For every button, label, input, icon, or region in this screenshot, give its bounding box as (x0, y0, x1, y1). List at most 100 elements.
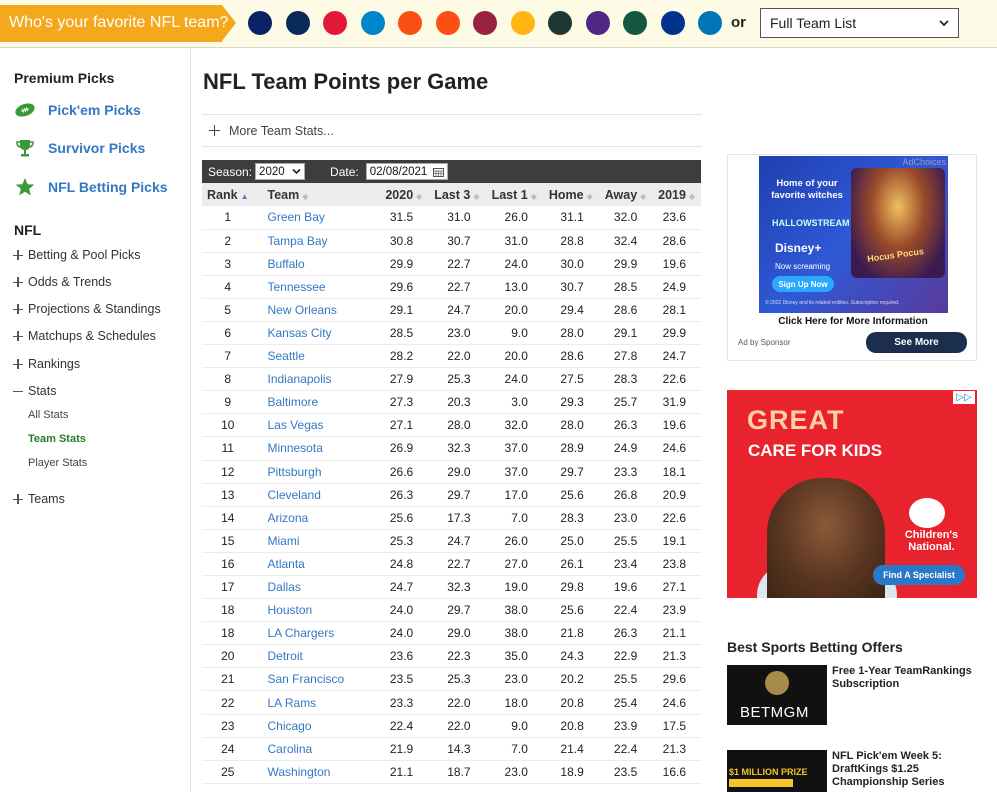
col-rank[interactable]: Rank ▲ (202, 183, 254, 206)
date-input[interactable]: 02/08/2021 (365, 163, 448, 180)
packers-icon[interactable] (548, 11, 572, 35)
see-more-button[interactable]: See More (866, 332, 967, 353)
team-link[interactable]: Cleveland (253, 483, 380, 507)
team-link[interactable]: Detroit (253, 644, 380, 669)
table-row: 20 Detroit 23.6 22.3 35.0 24.3 22.9 21.3 (202, 644, 701, 669)
team-link[interactable]: Chicago (253, 714, 380, 738)
ad-more-info-link[interactable]: Click Here for More Information (728, 316, 978, 327)
menu-betting-pool-picks[interactable]: Betting & Pool Picks (13, 248, 141, 262)
stat-cell: 27.9 (379, 367, 429, 392)
stat-cell: 28.3 (542, 506, 599, 530)
pickem-picks-link[interactable]: Pick'em Picks (14, 99, 141, 121)
bills-icon[interactable] (660, 11, 685, 35)
team-link[interactable]: Arizona (253, 506, 380, 530)
col-away[interactable]: Away ◆ (598, 183, 653, 206)
rank-cell: 23 (202, 714, 254, 738)
col-2019[interactable]: 2019 ◆ (652, 183, 701, 206)
stat-cell: 29.0 (428, 460, 486, 484)
seahawks-icon[interactable] (248, 11, 272, 35)
vikings-icon[interactable] (585, 11, 610, 35)
stat-cell: 21.3 (652, 737, 701, 761)
sidebar: Premium Picks Pick'em Picks Survivor Pic… (0, 49, 191, 792)
col-last1[interactable]: Last 1 ◆ (485, 183, 543, 206)
panthers-icon[interactable] (360, 11, 385, 35)
col-home[interactable]: Home ◆ (542, 183, 599, 206)
disney-plus-ad[interactable]: AdChoices Home of your favorite witches … (727, 154, 977, 361)
offer-draftkings[interactable]: $1 MILLION PRIZE NFL Pick'em Week 5: Dra… (727, 750, 977, 792)
team-link[interactable]: Tampa Bay (253, 229, 380, 253)
team-link[interactable]: New Orleans (253, 298, 380, 322)
team-link[interactable]: San Francisco (253, 667, 380, 692)
more-team-stats-toggle[interactable]: More Team Stats... (202, 114, 702, 147)
col-team[interactable]: Team ◆ (253, 183, 380, 206)
childrens-national-ad[interactable]: ▷▷ GREAT CARE FOR KIDS Children's Nation… (727, 390, 977, 598)
ad-image[interactable]: AdChoices Home of your favorite witches … (759, 156, 948, 313)
offer-text[interactable]: Free 1-Year TeamRankings Subscription (832, 665, 977, 691)
team-link[interactable]: Washington (253, 760, 380, 784)
table-row: 6 Kansas City 28.5 23.0 9.0 28.0 29.1 29.9 (202, 321, 701, 346)
menu-projections-standings[interactable]: Projections & Standings (13, 302, 161, 316)
sub-player-stats[interactable]: Player Stats (28, 457, 87, 469)
cardinals-icon[interactable] (473, 11, 497, 35)
ad-signup-button[interactable]: Sign Up Now (772, 276, 834, 292)
team-link[interactable]: Las Vegas (253, 413, 380, 438)
broncos-icon[interactable] (398, 11, 422, 35)
adchoices-icon[interactable]: ▷▷ (953, 391, 975, 404)
team-link[interactable]: Tennessee (253, 275, 380, 299)
rank-cell: 11 (202, 436, 254, 461)
stat-cell: 31.1 (542, 206, 599, 230)
calendar-icon (432, 167, 444, 177)
season-select[interactable]: 2020 (255, 163, 306, 180)
team-link[interactable]: Carolina (253, 737, 380, 761)
col-last3[interactable]: Last 3 ◆ (428, 183, 486, 206)
stat-cell: 9.0 (485, 714, 543, 738)
menu-odds-trends[interactable]: Odds & Trends (13, 275, 111, 289)
chiefs-icon[interactable] (323, 11, 347, 35)
draftkings-promo-image[interactable]: $1 MILLION PRIZE (727, 750, 827, 792)
nfl-betting-picks-link[interactable]: NFL Betting Picks (14, 176, 168, 198)
table-row: 14 Arizona 25.6 17.3 7.0 28.3 23.0 22.6 (202, 506, 701, 530)
bengals-icon[interactable] (435, 11, 460, 35)
team-link[interactable]: Miami (253, 529, 380, 553)
full-team-list-select[interactable]: Full Team List (760, 8, 959, 38)
team-link[interactable]: LA Chargers (253, 621, 380, 646)
team-link[interactable]: Houston (253, 598, 380, 623)
page-title: NFL Team Points per Game (203, 69, 489, 94)
team-link[interactable]: Green Bay (253, 206, 380, 230)
team-link[interactable]: LA Rams (253, 690, 380, 715)
team-link[interactable]: Seattle (253, 344, 380, 369)
stat-cell: 24.7 (428, 298, 486, 322)
steelers-icon[interactable] (510, 11, 535, 35)
sort-icon: ◆ (302, 191, 309, 201)
stat-cell: 20.2 (542, 667, 599, 692)
offer-text[interactable]: NFL Pick'em Week 5: DraftKings $1.25 Cha… (832, 750, 977, 790)
find-specialist-button[interactable]: Find A Specialist (873, 565, 965, 585)
menu-rankings[interactable]: Rankings (13, 357, 80, 371)
col-label: 2020 (385, 187, 414, 202)
offer-betmgm[interactable]: BETMGM Free 1-Year TeamRankings Subscrip… (727, 665, 977, 725)
menu-matchups-schedules[interactable]: Matchups & Schedules (13, 329, 156, 343)
team-link[interactable]: Dallas (253, 575, 380, 600)
ad-photo-child (767, 478, 885, 598)
ad-headline: Home of your favorite witches (771, 178, 843, 201)
team-link[interactable]: Pittsburgh (253, 460, 380, 484)
ad-hallowstream: HALLOWSTREAM (772, 218, 850, 228)
team-link[interactable]: Indianapolis (253, 367, 380, 392)
team-link[interactable]: Baltimore (253, 390, 380, 415)
survivor-picks-link[interactable]: Survivor Picks (14, 137, 145, 159)
team-link[interactable]: Minnesota (253, 436, 380, 461)
adchoices-label[interactable]: AdChoices (902, 157, 946, 167)
patriots-icon[interactable] (285, 11, 310, 35)
betmgm-logo[interactable]: BETMGM (727, 665, 827, 725)
lions-icon[interactable] (698, 11, 722, 35)
col-2020[interactable]: 2020 ◆ (379, 183, 429, 206)
team-link[interactable]: Atlanta (253, 552, 380, 577)
menu-teams[interactable]: Teams (13, 492, 65, 506)
sub-all-stats[interactable]: All Stats (28, 409, 68, 421)
team-link[interactable]: Kansas City (253, 321, 380, 346)
sub-team-stats[interactable]: Team Stats (28, 433, 86, 445)
team-link[interactable]: Buffalo (253, 252, 380, 276)
stat-cell: 22.4 (598, 598, 653, 623)
jets-icon[interactable] (623, 11, 647, 35)
menu-stats[interactable]: Stats (13, 384, 57, 398)
